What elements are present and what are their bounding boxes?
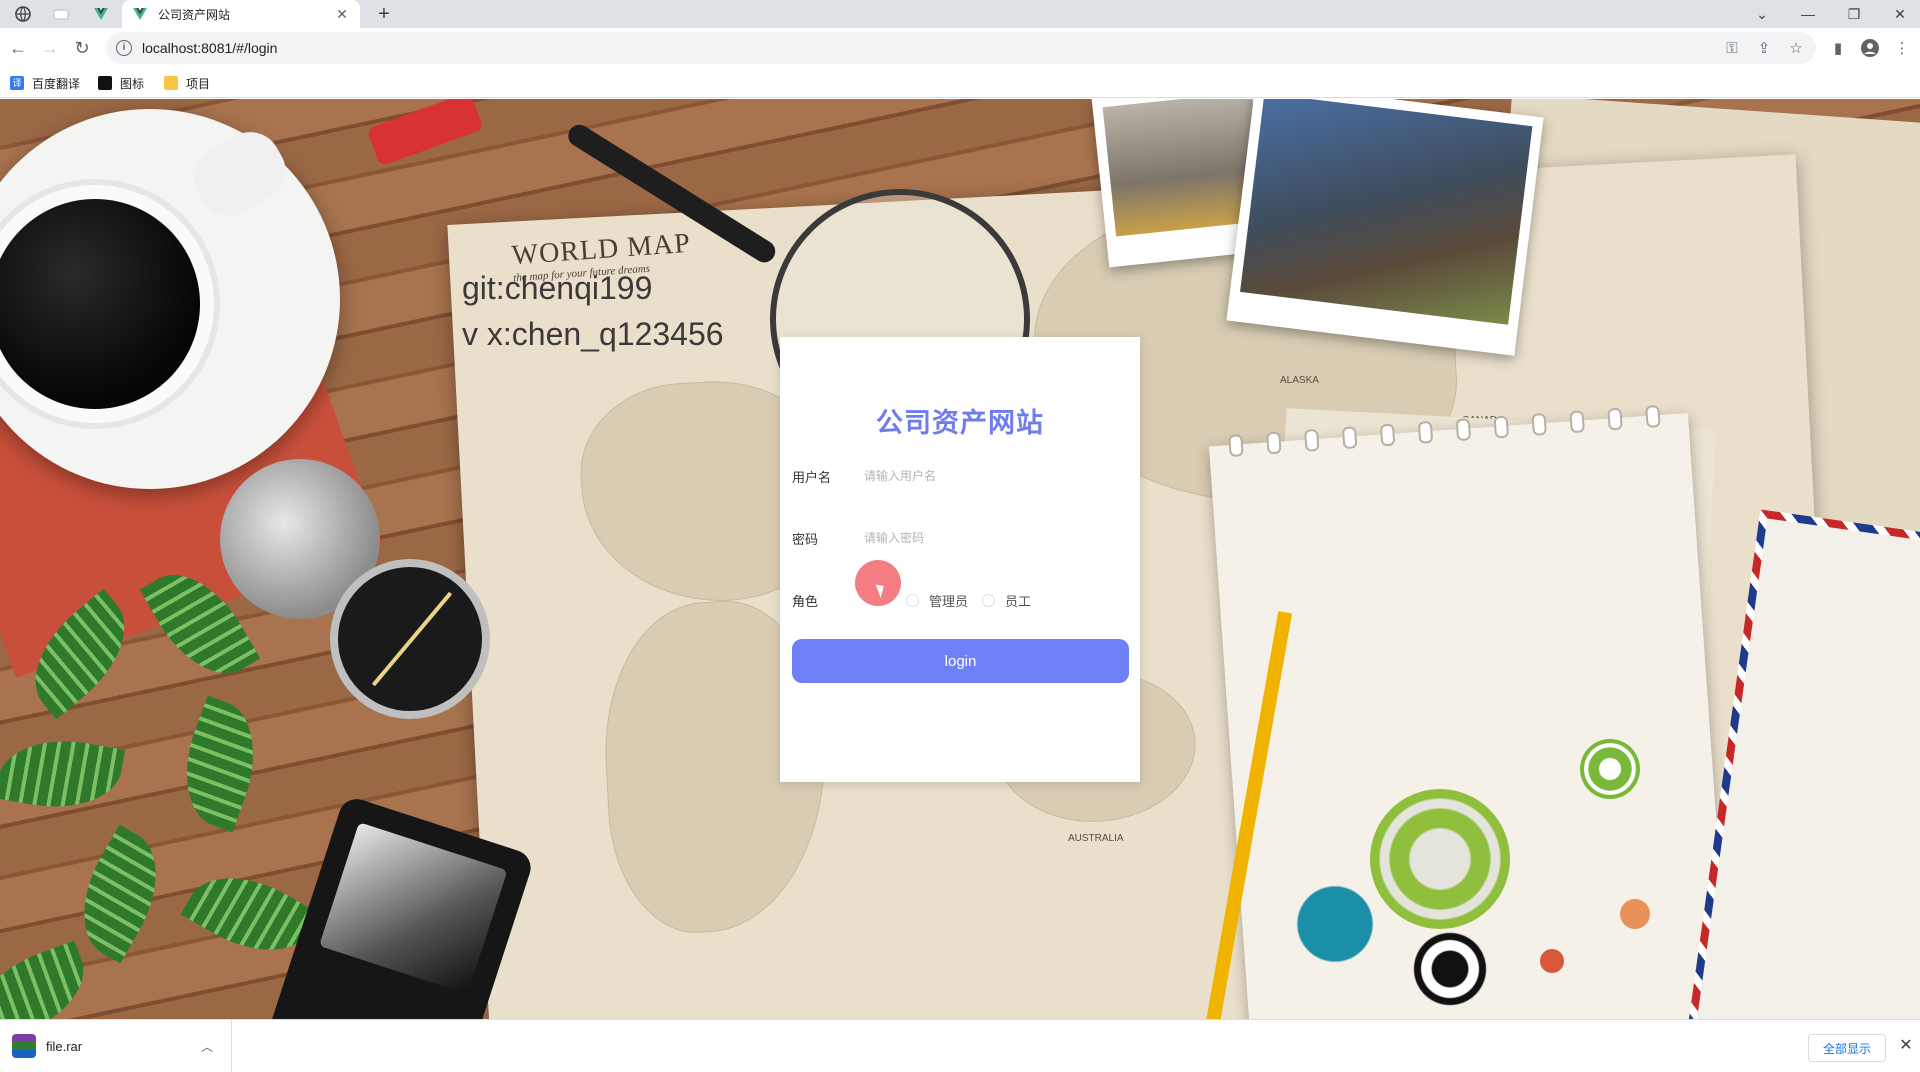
- star-icon[interactable]: ☆: [1784, 36, 1808, 60]
- compass: [330, 559, 490, 719]
- address-bar[interactable]: i localhost:8081/#/login: [106, 32, 1816, 64]
- close-window-button[interactable]: ✕: [1878, 0, 1920, 28]
- globe-icon: [15, 6, 31, 22]
- site-info-icon[interactable]: i: [116, 40, 132, 56]
- tab-active[interactable]: 公司资产网站 ✕: [122, 0, 360, 28]
- folder-icon: [164, 76, 178, 90]
- translate-icon: 译: [10, 76, 24, 90]
- bookmark-label: 百度翻译: [32, 76, 81, 91]
- back-arrow-icon[interactable]: ←: [6, 36, 30, 60]
- bookmark-label: 图标: [120, 76, 145, 91]
- login-button[interactable]: login: [792, 639, 1129, 683]
- radio-circle-icon[interactable]: [982, 594, 995, 607]
- role-radio-employee[interactable]: 员工: [982, 591, 1031, 610]
- phone-screen: [319, 822, 508, 995]
- compass-needle: [371, 591, 453, 687]
- tab-title: 公司资产网站: [158, 7, 231, 22]
- watermark-git: git:chenqi199: [462, 270, 653, 306]
- watermark-wechat: v x:chen_q123456: [462, 316, 724, 352]
- tab-close-icon[interactable]: ✕: [334, 6, 350, 23]
- role-option-label: 员工: [1005, 594, 1032, 609]
- chevron-up-icon[interactable]: ︿: [201, 1038, 213, 1055]
- tab-search-icon[interactable]: ⌄: [1740, 0, 1784, 28]
- pinned-tab-3[interactable]: [86, 2, 116, 26]
- vue-logo-icon: [133, 8, 147, 20]
- map-label-alaska: ALASKA: [1280, 375, 1319, 386]
- bookmark-baidu-translate[interactable]: 译 百度翻译: [10, 74, 80, 92]
- radio-circle-icon[interactable]: [906, 594, 919, 607]
- flag-icon: [98, 76, 112, 90]
- browser-toolbar: ← → ↻ i localhost:8081/#/login ⚿ ⇪ ☆ ▮ ⋮: [0, 28, 1920, 68]
- username-label: 用户名: [792, 470, 832, 485]
- archive-file-icon: [12, 1034, 36, 1058]
- download-item[interactable]: file.rar ︿: [0, 1020, 232, 1072]
- address-url: localhost:8081/#/login: [142, 40, 278, 56]
- bookmarks-bar: 译 百度翻译 图标 项目: [0, 68, 1920, 98]
- tab-strip: 公司资产网站 ✕ + ⌄ — ❐ ✕: [0, 0, 1920, 28]
- minimize-button[interactable]: —: [1786, 0, 1830, 28]
- profile-avatar-icon[interactable]: [1858, 36, 1882, 60]
- side-panel-icon[interactable]: ▮: [1826, 36, 1850, 60]
- blank-page-icon: [53, 9, 69, 20]
- decorative-dot: [1620, 899, 1650, 929]
- restore-button[interactable]: ❐: [1832, 0, 1876, 28]
- decorative-dot: [1540, 949, 1564, 973]
- close-download-bar-icon[interactable]: ✕: [1896, 1034, 1916, 1058]
- forward-arrow-icon[interactable]: →: [38, 36, 62, 60]
- decorative-splash: [1270, 859, 1400, 989]
- download-file-name: file.rar: [46, 1038, 83, 1054]
- bookmark-icons[interactable]: 图标: [98, 74, 144, 92]
- menu-dots-icon[interactable]: ⋮: [1890, 36, 1914, 60]
- pinned-tab-2[interactable]: [46, 2, 76, 26]
- password-input[interactable]: [856, 522, 1128, 554]
- role-option-label: 管理员: [929, 594, 969, 609]
- login-title: 公司资产网站: [876, 408, 1044, 438]
- new-tab-button[interactable]: +: [372, 2, 396, 26]
- login-card: 公司资产网站 用户名 密码 角色 管理员 员工 login: [780, 337, 1140, 782]
- bookmark-label: 项目: [186, 76, 211, 91]
- decorative-circle: [1400, 919, 1500, 1019]
- download-bar: file.rar ︿ 全部显示 ✕: [0, 1019, 1920, 1072]
- decorative-circle: [1580, 739, 1640, 799]
- key-icon[interactable]: ⚿: [1720, 36, 1744, 60]
- map-label-australia: AUSTRALIA: [1068, 833, 1124, 844]
- pinned-tab-1[interactable]: [8, 2, 38, 26]
- reload-icon[interactable]: ↻: [70, 36, 94, 60]
- show-all-downloads-button[interactable]: 全部显示: [1808, 1034, 1886, 1062]
- role-label: 角色: [792, 594, 819, 609]
- photo-eiffel-tower: [1226, 99, 1544, 356]
- role-radio-admin[interactable]: 管理员: [906, 591, 968, 610]
- vue-logo-icon: [94, 8, 108, 20]
- share-icon[interactable]: ⇪: [1752, 36, 1776, 60]
- username-input[interactable]: [856, 460, 1128, 492]
- bookmark-project-folder[interactable]: 项目: [164, 74, 210, 92]
- password-label: 密码: [792, 532, 819, 547]
